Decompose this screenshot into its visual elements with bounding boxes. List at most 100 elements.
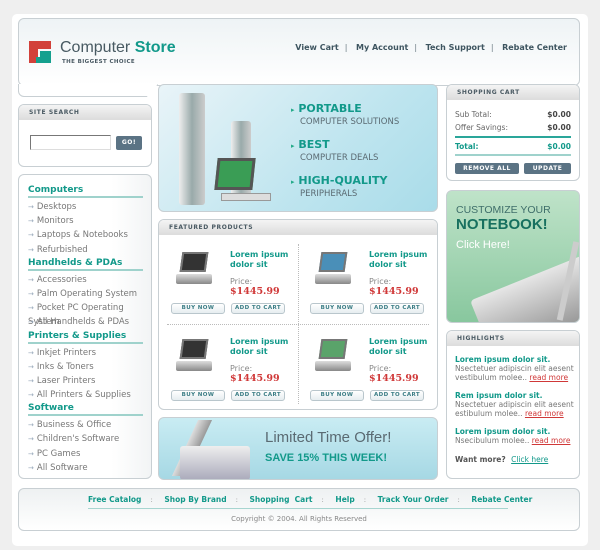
nav-view-cart[interactable]: View Cart bbox=[295, 43, 338, 52]
arrow-icon: → bbox=[28, 231, 34, 240]
subtotal-value: $0.00 bbox=[547, 110, 571, 119]
product-name[interactable]: Lorem ipsum dolor sit bbox=[230, 337, 295, 357]
product-card: Lorem ipsum dolor sit Price: $1445.99 BU… bbox=[306, 331, 436, 411]
highlight-title[interactable]: Lorem ipsum dolor sit. bbox=[455, 355, 579, 364]
category-computers: Computers → Desktops → Monitors → Laptops &… bbox=[28, 184, 151, 257]
savings-label: Offer Savings: bbox=[455, 123, 508, 132]
category-link[interactable]: → Children's Software bbox=[28, 432, 151, 446]
add-to-cart-button[interactable]: ADD TO CART bbox=[370, 303, 424, 314]
laptop-icon[interactable] bbox=[173, 248, 215, 290]
nav-my-account[interactable]: My Account bbox=[356, 43, 408, 52]
nav-rebate-center[interactable]: Rebate Center bbox=[502, 43, 567, 52]
buy-now-button[interactable]: BUY NOW bbox=[171, 303, 225, 314]
copyright: Copyright © 2004. All Rights Reserved bbox=[231, 515, 367, 523]
promo-line1: CUSTOMIZE YOUR bbox=[456, 204, 551, 216]
limited-offer-banner[interactable]: Limited Time Offer! SAVE 15% THIS WEEK! bbox=[158, 417, 438, 480]
footer-link-shop-by-brand[interactable]: Shop By Brand bbox=[164, 495, 226, 504]
add-to-cart-button[interactable]: ADD TO CART bbox=[370, 390, 424, 401]
shopping-cart-panel: SHOPPING CART Sub Total: $0.00 Offer Savi… bbox=[446, 84, 580, 181]
category-title[interactable]: Computers bbox=[28, 184, 143, 198]
offer-headline: Limited Time Offer! bbox=[265, 429, 392, 446]
update-button[interactable]: UPDATE bbox=[524, 163, 571, 174]
category-link[interactable]: → All Handhelds & PDAs bbox=[28, 315, 151, 329]
product-price: $1445.99 bbox=[230, 286, 280, 297]
category-link[interactable]: → Accessories bbox=[28, 273, 151, 287]
read-more-link[interactable]: read more bbox=[525, 409, 564, 418]
footer: Free Catalog: Shop By Brand: Shopping Ca… bbox=[18, 488, 580, 531]
arrow-icon: → bbox=[28, 391, 34, 400]
product-price: $1445.99 bbox=[369, 286, 419, 297]
site-search-title: SITE SEARCH bbox=[19, 105, 151, 120]
price-label: Price: bbox=[230, 364, 253, 373]
category-link[interactable]: → Inkjet Printers bbox=[28, 346, 151, 360]
highlight-title[interactable]: Lorem ipsum dolor sit. bbox=[455, 427, 579, 436]
footer-link-free-catalog[interactable]: Free Catalog bbox=[88, 495, 141, 504]
total-value: $0.00 bbox=[547, 142, 571, 151]
header-tab bbox=[18, 84, 158, 97]
divider bbox=[167, 324, 429, 325]
category-link[interactable]: → Laser Printers bbox=[28, 374, 151, 388]
category-link[interactable]: → All Printers & Supplies bbox=[28, 388, 151, 402]
arrow-icon: → bbox=[28, 376, 34, 385]
add-to-cart-button[interactable]: ADD TO CART bbox=[231, 390, 285, 401]
logo-icon bbox=[29, 41, 51, 63]
remove-all-button[interactable]: REMOVE ALL bbox=[455, 163, 519, 174]
category-link[interactable]: → Laptops & Notebooks bbox=[28, 228, 151, 242]
featured-products: FEATURED PRODUCTS Lorem ipsum dolor sit … bbox=[158, 219, 438, 410]
laptop-image bbox=[165, 420, 250, 479]
category-link[interactable]: → Palm Operating System bbox=[28, 287, 151, 301]
product-name[interactable]: Lorem ipsum dolor sit bbox=[230, 250, 295, 270]
add-to-cart-button[interactable]: ADD TO CART bbox=[231, 303, 285, 314]
footer-link-track-order[interactable]: Track Your Order bbox=[378, 495, 449, 504]
price-label: Price: bbox=[369, 277, 392, 286]
want-more-label: Want more? bbox=[455, 455, 506, 464]
search-input[interactable] bbox=[30, 135, 111, 150]
logo-text[interactable]: Computer Store bbox=[60, 39, 176, 57]
category-link[interactable]: → Desktops bbox=[28, 200, 151, 214]
category-nav: Computers → Desktops → Monitors → Laptops &… bbox=[18, 174, 152, 479]
category-link[interactable]: → PC Games bbox=[28, 447, 151, 461]
highlight-item: Rem ipsum dolor sit. Nsectetuer adipisci… bbox=[455, 391, 579, 418]
laptop-icon[interactable] bbox=[173, 335, 215, 377]
buy-now-button[interactable]: BUY NOW bbox=[171, 390, 225, 401]
highlight-title[interactable]: Rem ipsum dolor sit. bbox=[455, 391, 579, 400]
read-more-link[interactable]: read more bbox=[532, 436, 571, 445]
buy-now-button[interactable]: BUY NOW bbox=[310, 303, 364, 314]
category-software: Software → Business & Office → Children's … bbox=[28, 402, 151, 475]
computer-towers-image bbox=[171, 93, 281, 208]
buy-now-button[interactable]: BUY NOW bbox=[310, 390, 364, 401]
arrow-icon: → bbox=[28, 421, 34, 430]
promo-cta[interactable]: Click Here! bbox=[456, 239, 510, 251]
product-name[interactable]: Lorem ipsum dolor sit bbox=[369, 337, 434, 357]
read-more-link[interactable]: read more bbox=[529, 373, 568, 382]
highlight-item: Lorem ipsum dolor sit. Nsecibulum molee.… bbox=[455, 427, 579, 445]
category-title[interactable]: Software bbox=[28, 402, 143, 417]
banner-features: ▸ PORTABLE COMPUTER SOLUTIONS ▸ BEST COM… bbox=[291, 102, 400, 199]
product-name[interactable]: Lorem ipsum dolor sit bbox=[369, 250, 434, 270]
footer-link-shopping-cart[interactable]: Shopping Cart bbox=[250, 495, 313, 504]
customize-notebook-promo[interactable]: CUSTOMIZE YOUR NOTEBOOK! Click Here! bbox=[446, 190, 580, 323]
arrow-icon: → bbox=[28, 304, 34, 313]
category-link[interactable]: → Pocket PC Operating System bbox=[28, 301, 151, 327]
footer-link-rebate-center[interactable]: Rebate Center bbox=[471, 495, 532, 504]
category-link[interactable]: → Business & Office bbox=[28, 418, 151, 432]
category-title[interactable]: Handhelds & PDAs bbox=[28, 257, 143, 271]
arrow-icon: → bbox=[28, 362, 34, 371]
hero-banner[interactable]: ▸ PORTABLE COMPUTER SOLUTIONS ▸ BEST COM… bbox=[158, 84, 438, 212]
arrow-icon: → bbox=[28, 449, 34, 458]
category-link[interactable]: → All Software bbox=[28, 461, 151, 475]
click-here-link[interactable]: Click here bbox=[511, 455, 548, 464]
footer-link-help[interactable]: Help bbox=[335, 495, 354, 504]
tablet-pc-icon[interactable] bbox=[312, 248, 354, 290]
search-go-button[interactable]: GO! bbox=[116, 136, 142, 150]
category-title[interactable]: Printers & Supplies bbox=[28, 330, 143, 344]
subtotal-label: Sub Total: bbox=[455, 110, 492, 119]
arrow-icon: → bbox=[28, 463, 34, 472]
price-label: Price: bbox=[369, 364, 392, 373]
desktop-icon[interactable] bbox=[312, 335, 354, 377]
category-link[interactable]: → Refurbished bbox=[28, 243, 151, 257]
category-link[interactable]: → Monitors bbox=[28, 214, 151, 228]
total-label: Total: bbox=[455, 142, 479, 151]
nav-tech-support[interactable]: Tech Support bbox=[426, 43, 485, 52]
category-link[interactable]: → Inks & Toners bbox=[28, 360, 151, 374]
